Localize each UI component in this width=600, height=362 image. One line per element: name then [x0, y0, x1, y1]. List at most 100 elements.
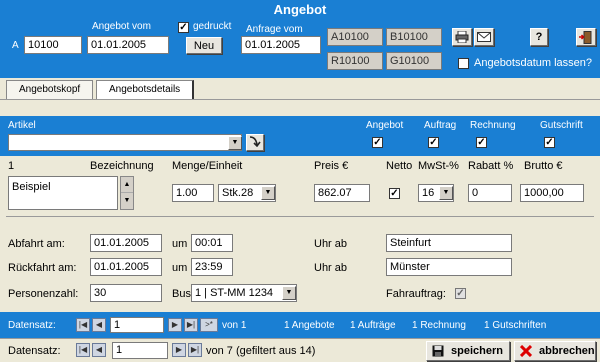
artikel-apply-button[interactable] — [246, 134, 264, 151]
outer-record-nav: Datensatz: |◀ ◀ 1 ▶ ▶| von 7 (gefiltert … — [0, 338, 600, 362]
abfahrt-label: Abfahrt am: — [8, 238, 65, 250]
code-a-field: A10100 — [327, 28, 383, 46]
flag-gutschrift-checkbox[interactable]: ✓ — [544, 137, 555, 148]
flag-angebot-checkbox[interactable]: ✓ — [372, 137, 383, 148]
help-button[interactable]: ? — [530, 28, 548, 46]
angebot-nr-field[interactable]: 10100 — [24, 36, 82, 54]
menge-field[interactable]: 1.00 — [172, 184, 214, 202]
save-label: speichern — [451, 345, 503, 357]
fahrauftrag-checkbox[interactable]: ✓ — [455, 288, 466, 299]
datum-lassen-checkbox[interactable] — [458, 58, 469, 69]
preis-field[interactable]: 862.07 — [314, 184, 370, 202]
outer-first-button[interactable]: |◀ — [76, 343, 90, 357]
position-number: 1 — [8, 160, 15, 172]
print-button[interactable] — [452, 28, 472, 46]
flag-rechnung-checkbox[interactable]: ✓ — [476, 137, 487, 148]
inner-prev-button[interactable]: ◀ — [92, 318, 106, 332]
mail-button[interactable] — [474, 28, 494, 46]
rueckfahrt-date-field[interactable]: 01.01.2005 — [90, 258, 162, 276]
save-button[interactable]: speichern — [426, 341, 510, 361]
arrow-down-right-icon — [249, 136, 261, 148]
tab-angebotskopf[interactable]: Angebotskopf — [6, 80, 94, 99]
red-x-icon — [520, 345, 532, 357]
summary-rechnung: 1 Rechnung — [412, 320, 466, 331]
preis-label: Preis € — [314, 160, 349, 172]
floppy-disk-icon — [432, 345, 444, 357]
outer-prev-button[interactable]: ◀ — [92, 343, 106, 357]
neu-button[interactable]: Neu — [186, 37, 222, 54]
angebot-vom-label: Angebot vom — [92, 21, 151, 32]
outer-next-button[interactable]: ▶ — [172, 343, 186, 357]
datum-lassen-label: Angebotsdatum lassen? — [474, 57, 593, 69]
code-g-field: G10100 — [386, 52, 442, 70]
rueckfahrt-um-label: um — [172, 262, 188, 274]
mwst-label: MwSt-% — [418, 160, 459, 172]
outer-record-field[interactable]: 1 — [112, 342, 168, 359]
flag-auftrag-checkbox[interactable]: ✓ — [428, 137, 439, 148]
envelope-icon — [477, 32, 491, 42]
outer-record-label: Datensatz: — [8, 345, 61, 357]
rueckfahrt-label: Rückfahrt am: — [8, 262, 77, 274]
inner-first-button[interactable]: |◀ — [76, 318, 90, 332]
inner-next-button[interactable]: ▶ — [168, 318, 182, 332]
anfrage-vom-field[interactable]: 01.01.2005 — [241, 36, 321, 54]
abfahrt-ort-field[interactable]: Steinfurt — [386, 234, 512, 252]
detail-panel: 1 Bezeichnung Menge/Einheit Preis € Nett… — [0, 156, 600, 312]
rueckfahrt-time-field[interactable]: 23:59 — [191, 258, 233, 276]
header-panel: A 10100 Angebot vom 01.01.2005 ✓ gedruck… — [0, 20, 600, 78]
inner-record-count: von 1 — [222, 320, 247, 331]
angebot-vom-field[interactable]: 01.01.2005 — [87, 36, 169, 54]
summary-angebote: 1 Angebote — [284, 320, 335, 331]
outer-record-count: von 7 (gefiltert aus 14) — [206, 345, 316, 357]
personen-field[interactable]: 30 — [90, 284, 162, 302]
code-r-field: R10100 — [327, 52, 383, 70]
flag-angebot-label: Angebot — [366, 120, 404, 131]
exit-door-icon — [579, 31, 592, 44]
abfahrt-time-field[interactable]: 00:01 — [191, 234, 233, 252]
cancel-button[interactable]: abbrechen — [514, 341, 596, 361]
summary-auftraege: 1 Aufträge — [350, 320, 396, 331]
mwst-dropdown-icon[interactable]: ▼ — [439, 186, 453, 200]
inner-record-nav: Datensatz: |◀ ◀ 1 ▶ ▶| >* von 1 1 Angebo… — [0, 312, 600, 338]
bezeichnung-scrollbar[interactable]: ▲ ▼ — [120, 176, 134, 210]
abfahrt-date-field[interactable]: 01.01.2005 — [90, 234, 162, 252]
divider — [6, 216, 594, 217]
rueckfahrt-uhr-label: Uhr ab — [314, 262, 348, 274]
rabatt-label: Rabatt % — [468, 160, 514, 172]
cancel-label: abbrechen — [539, 345, 595, 357]
flag-gutschrift-label: Gutschrift — [540, 120, 583, 131]
bus-label: Bus — [172, 288, 191, 300]
outer-last-button[interactable]: ▶| — [188, 343, 202, 357]
inner-last-button[interactable]: ▶| — [184, 318, 198, 332]
inner-record-label: Datensatz: — [8, 320, 56, 331]
rabatt-field[interactable]: 0 — [468, 184, 512, 202]
tab-angebotsdetails[interactable]: Angebotsdetails — [96, 80, 195, 99]
rueckfahrt-ort-field[interactable]: Münster — [386, 258, 512, 276]
artikel-select[interactable] — [8, 134, 242, 151]
artikel-dropdown-icon[interactable]: ▼ — [228, 136, 242, 150]
artikel-label: Artikel — [8, 120, 36, 131]
personen-label: Personenzahl: — [8, 288, 79, 300]
bezeichnung-field[interactable]: Beispiel — [8, 176, 118, 210]
flag-auftrag-label: Auftrag — [424, 120, 457, 131]
exit-button[interactable] — [576, 28, 596, 46]
fahrauftrag-label: Fahrauftrag: — [386, 288, 446, 300]
bus-dropdown-icon[interactable]: ▼ — [282, 286, 296, 300]
tab-strip: Angebotskopf Angebotsdetails — [0, 78, 600, 100]
inner-new-button[interactable]: >* — [200, 318, 218, 332]
inner-record-field[interactable]: 1 — [110, 317, 164, 333]
brutto-field[interactable]: 1000,00 — [520, 184, 584, 202]
menge-label: Menge/Einheit — [172, 160, 243, 172]
scroll-up-icon[interactable]: ▲ — [121, 177, 133, 193]
netto-label: Netto — [386, 160, 413, 172]
abfahrt-um-label: um — [172, 238, 188, 250]
einheit-dropdown-icon[interactable]: ▼ — [261, 186, 275, 200]
gedruckt-checkbox[interactable]: ✓ — [178, 22, 189, 33]
window-title: Angebot — [0, 0, 600, 20]
scroll-down-icon[interactable]: ▼ — [121, 193, 133, 209]
anfrage-vom-label: Anfrage vom — [246, 24, 303, 35]
flag-rechnung-label: Rechnung — [470, 120, 516, 131]
gedruckt-label: gedruckt — [193, 21, 232, 32]
abfahrt-uhr-label: Uhr ab — [314, 238, 348, 250]
netto-checkbox[interactable]: ✓ — [389, 188, 400, 199]
